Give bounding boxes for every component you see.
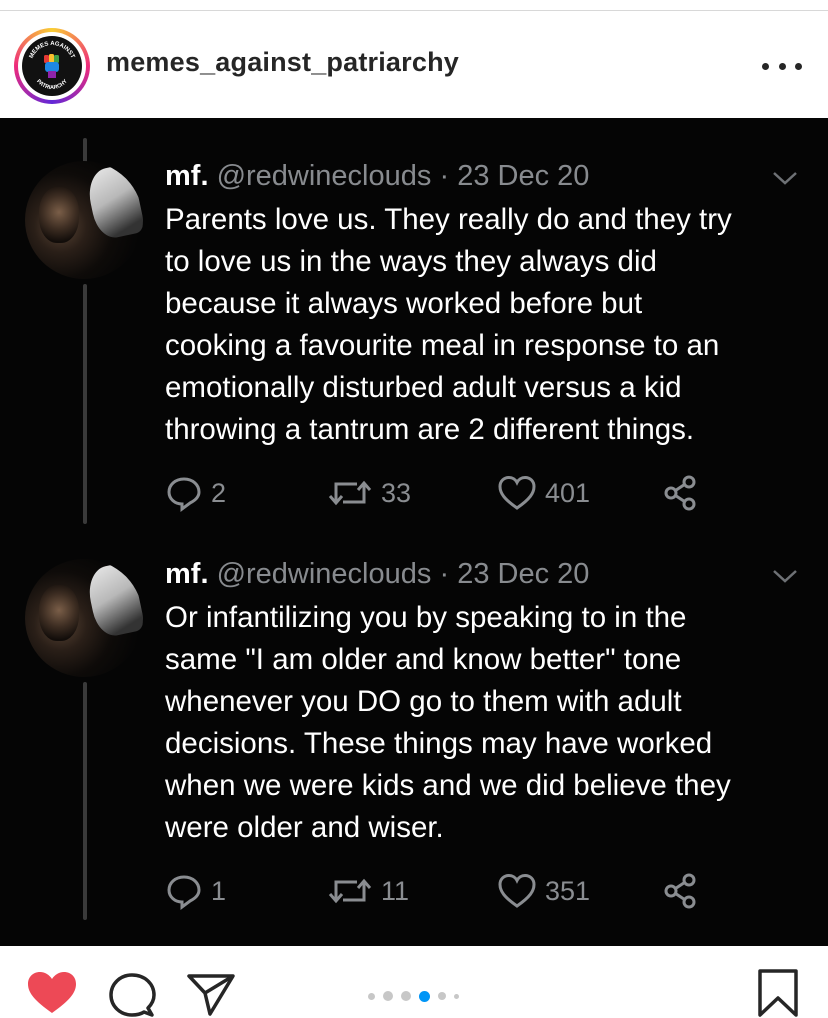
tweet-actions: 2 33 401: [165, 473, 725, 513]
comment-icon[interactable]: [108, 972, 156, 1018]
send-icon[interactable]: [186, 972, 236, 1018]
share-icon: [664, 873, 696, 909]
tweet-retweet: 11: [327, 871, 409, 911]
tweet-author-name: mf.: [165, 160, 209, 192]
tweet-like: 401: [497, 473, 590, 513]
retweet-count: 11: [381, 875, 410, 906]
reply-icon: [167, 875, 201, 910]
like-outline-icon: [498, 873, 536, 908]
tweet-share: [663, 473, 699, 513]
more-options-icon[interactable]: [762, 51, 802, 81]
tweet-date: 23 Dec 20: [457, 558, 590, 590]
tweet-text: Parents love us. They really do and they…: [165, 203, 732, 446]
carousel-dot-active: [419, 990, 430, 1002]
tweet-avatar: [25, 559, 143, 677]
thread-line: [83, 682, 87, 920]
tweet-date: 23 Dec 20: [457, 160, 590, 192]
tweet-like: 351: [497, 871, 590, 911]
post-username[interactable]: memes_against_patriarchy: [106, 47, 459, 78]
carousel-indicator: [368, 990, 467, 1002]
post-header: MEMES AGAINST PATRIARCHY memes_against_p…: [0, 11, 828, 118]
tweet-header: mf. @redwineclouds · 23 Dec 20: [165, 558, 590, 590]
tweet-reply: 2: [165, 473, 226, 513]
like-outline-icon: [498, 475, 536, 510]
tweet-share: [663, 871, 699, 911]
heart-icon[interactable]: [26, 970, 78, 1016]
reply-count: 1: [211, 875, 227, 906]
retweet-count: 33: [381, 477, 412, 508]
carousel-dot: [438, 992, 446, 1000]
tweet-author-name: mf.: [165, 558, 209, 590]
retweet-icon: [328, 480, 372, 506]
carousel-dot: [454, 993, 459, 999]
tweet-header: mf. @redwineclouds · 23 Dec 20: [165, 160, 590, 192]
tweet-actions: 1 11 351: [165, 871, 725, 911]
profile-logo: MEMES AGAINST PATRIARCHY: [22, 36, 82, 96]
bookmark-icon[interactable]: [756, 968, 800, 1018]
tweet-handle: @redwineclouds: [216, 160, 432, 192]
share-icon: [664, 475, 696, 511]
post-image[interactable]: mf. @redwineclouds · 23 Dec 20 Parents l…: [0, 118, 828, 946]
tweet-text: Or infantilizing you by speaking to in t…: [165, 601, 731, 844]
profile-avatar[interactable]: MEMES AGAINST PATRIARCHY: [14, 28, 90, 104]
carousel-dot: [401, 991, 411, 1001]
retweet-icon: [328, 878, 372, 904]
reply-icon: [167, 477, 201, 512]
like-count: 351: [545, 875, 591, 906]
carousel-dot: [383, 991, 393, 1001]
post-action-bar: [0, 946, 828, 1018]
reply-count: 2: [211, 477, 227, 508]
like-count: 401: [545, 477, 591, 508]
thread-line: [83, 284, 87, 524]
chevron-down-icon: [773, 172, 797, 185]
carousel-dot: [368, 992, 375, 1000]
tweet-retweet: 33: [327, 473, 411, 513]
tweet-avatar: [25, 161, 143, 279]
tweet-handle: @redwineclouds: [216, 558, 432, 590]
chevron-down-icon: [773, 570, 797, 583]
tweet-reply: 1: [165, 871, 226, 911]
